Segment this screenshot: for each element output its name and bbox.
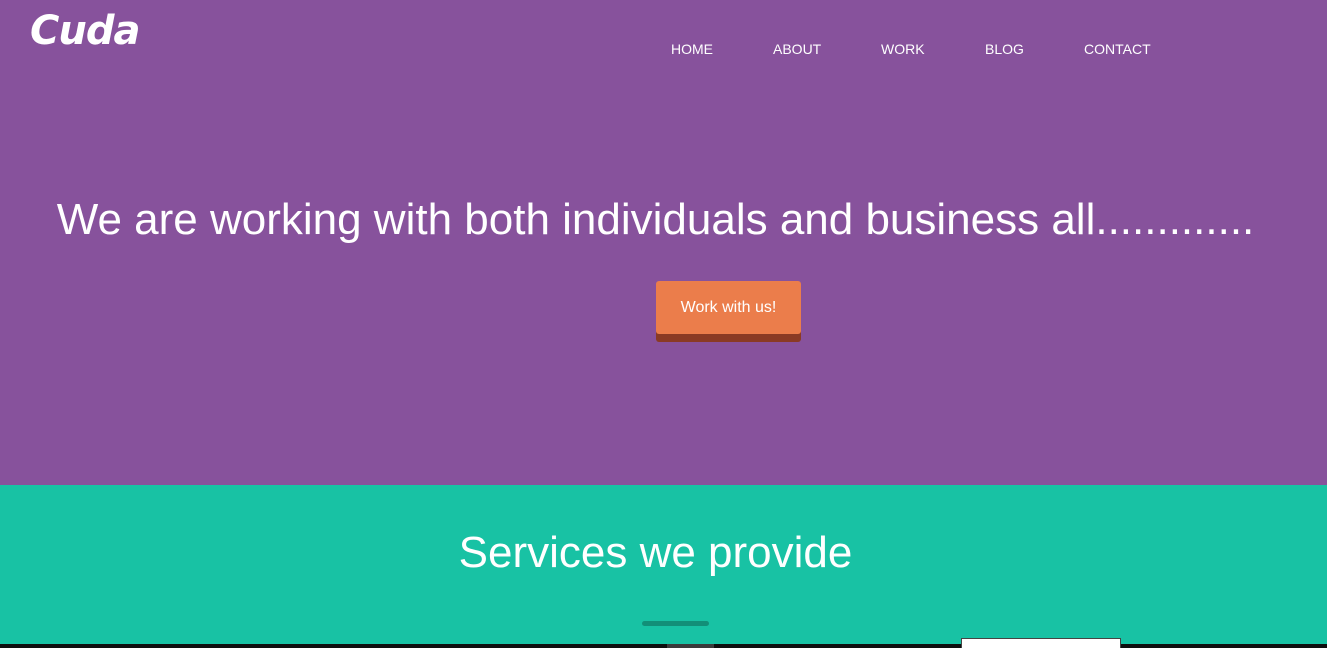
bottom-strip-mark xyxy=(667,644,714,648)
bottom-strip xyxy=(0,644,1327,648)
nav-item-blog[interactable]: BLOG xyxy=(985,40,1024,58)
nav-item-contact[interactable]: CONTACT xyxy=(1084,40,1151,58)
work-with-us-button[interactable]: Work with us! xyxy=(656,281,801,334)
nav-item-about[interactable]: ABOUT xyxy=(773,40,821,58)
services-title: Services we provide xyxy=(458,528,853,577)
bottom-box xyxy=(961,638,1121,648)
nav-item-work[interactable]: WORK xyxy=(881,40,925,58)
services-section: Services we provide xyxy=(0,485,1327,648)
hero-headline: We are working with both individuals and… xyxy=(56,195,1255,244)
section-divider xyxy=(642,621,709,626)
nav-item-home[interactable]: HOME xyxy=(671,40,713,58)
hero-section: Cuda HOME ABOUT WORK BLOG CONTACT We are… xyxy=(0,0,1327,485)
page: Cuda HOME ABOUT WORK BLOG CONTACT We are… xyxy=(0,0,1327,648)
main-nav: HOME ABOUT WORK BLOG CONTACT xyxy=(0,40,1327,60)
